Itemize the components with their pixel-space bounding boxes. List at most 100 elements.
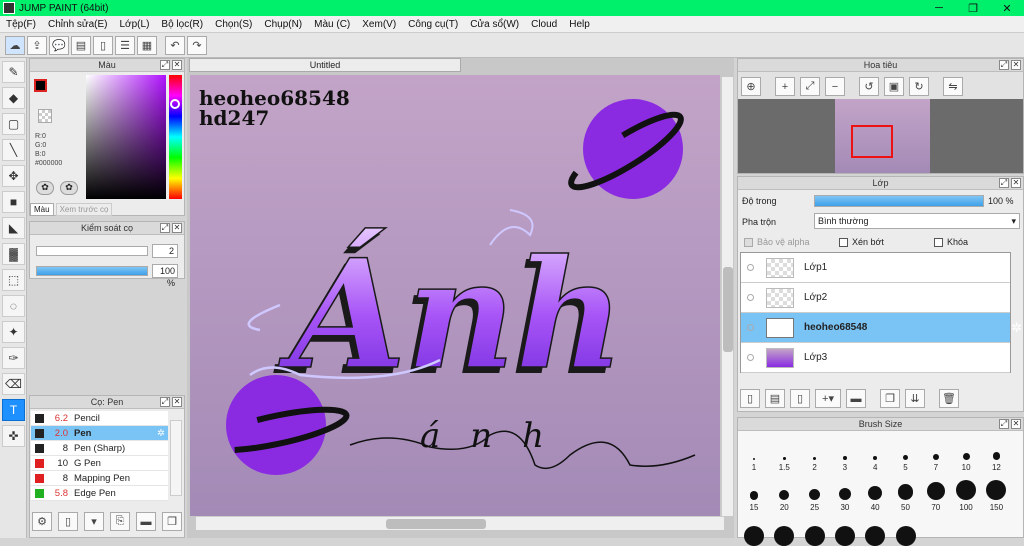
menu-help[interactable]: Help — [563, 19, 596, 30]
menu-edit[interactable]: Chỉnh sửa(E) — [42, 19, 114, 30]
visibility-icon[interactable] — [747, 324, 754, 331]
select-eraser-tool-icon[interactable]: ⌫ — [2, 373, 25, 395]
rotate-right-icon[interactable]: ↻ — [909, 77, 929, 96]
tab-color[interactable]: Màu — [30, 203, 54, 216]
undo-icon[interactable]: ↶ — [165, 35, 185, 55]
float-icon[interactable]: ⤢ — [160, 397, 170, 407]
menu-tools[interactable]: Công cụ(T) — [402, 19, 464, 30]
duplicate-brush-icon[interactable]: ❐ — [162, 512, 182, 531]
brush-size-dot[interactable] — [834, 526, 855, 546]
navigator-view[interactable] — [738, 99, 1023, 173]
menu-file[interactable]: Tệp(F) — [0, 19, 42, 30]
redo-icon[interactable]: ↷ — [187, 35, 207, 55]
comment-icon[interactable]: 💬 — [49, 35, 69, 55]
menu-cloud[interactable]: Cloud — [525, 19, 563, 30]
line-tool-icon[interactable]: ╲ — [2, 139, 25, 161]
document-tab[interactable]: Untitled — [189, 58, 461, 72]
brush-item-pencil[interactable]: 6.2 Pencil — [31, 411, 168, 426]
brush-size-option[interactable]: 15 — [739, 478, 769, 512]
duplicate-layer-icon[interactable]: ❐ — [880, 389, 900, 408]
scroll-thumb[interactable] — [386, 519, 486, 529]
maximize-button[interactable]: ❐ — [956, 2, 990, 15]
canvas[interactable]: heoheo68548 hd247 Ánh Ánh ánh — [190, 75, 720, 516]
brush-size-option[interactable]: 50 — [891, 478, 921, 512]
close-panel-icon[interactable]: ✕ — [1011, 60, 1021, 70]
brush-size-option[interactable]: 150 — [981, 478, 1011, 512]
brush-size-option[interactable]: 7 — [921, 438, 951, 472]
rotate-left-icon[interactable]: ↺ — [859, 77, 879, 96]
new-brush-icon[interactable]: ▯ — [58, 512, 78, 531]
magic-wand-tool-icon[interactable]: ✦ — [2, 321, 25, 343]
menu-view[interactable]: Xem(V) — [356, 19, 402, 30]
brush-item-mapping-pen[interactable]: 8 Mapping Pen — [31, 471, 168, 486]
text-tool-icon[interactable]: T — [2, 399, 25, 421]
float-icon[interactable]: ⤢ — [999, 60, 1009, 70]
brush-size-dot[interactable] — [804, 526, 825, 546]
layer-opacity-slider[interactable] — [814, 195, 984, 207]
brush-item-pen-sharp[interactable]: 8 Pen (Sharp) — [31, 441, 168, 456]
scroll-thumb[interactable] — [723, 267, 733, 352]
fill-rect-tool-icon[interactable]: ■ — [2, 191, 25, 213]
menu-select[interactable]: Chọn(S) — [209, 19, 258, 30]
rotate-reset-icon[interactable]: ▣ — [884, 77, 904, 96]
delete-layer-icon[interactable]: 🗑 — [939, 389, 959, 408]
bucket-tool-icon[interactable]: ◣ — [2, 217, 25, 239]
cloud-icon[interactable]: ☁ — [5, 35, 25, 55]
share-icon[interactable]: ⇪ — [27, 35, 47, 55]
brush-item-g-pen[interactable]: 10 G Pen — [31, 456, 168, 471]
brush-size-option[interactable]: 10 — [951, 438, 981, 472]
layer-menu-icon[interactable]: +▾ — [815, 389, 841, 408]
list-icon[interactable]: ☰ — [115, 35, 135, 55]
lock-checkbox[interactable] — [934, 237, 943, 247]
layer-item[interactable]: Lớp3 — [741, 343, 1010, 373]
brush-list-scrollbar[interactable] — [170, 420, 182, 496]
blend-mode-select[interactable]: Bình thường ▾ — [814, 213, 1020, 229]
brush-size-option[interactable]: 70 — [921, 478, 951, 512]
move-tool-icon[interactable]: ✥ — [2, 165, 25, 187]
menu-window[interactable]: Cửa sổ(W) — [464, 19, 525, 30]
brush-menu-icon[interactable]: ▾ — [84, 512, 104, 531]
select-pen-tool-icon[interactable]: ✑ — [2, 347, 25, 369]
hue-handle[interactable] — [170, 99, 180, 109]
settings-gear-icon[interactable]: ✲ — [157, 428, 165, 439]
note-icon[interactable]: ▤ — [71, 35, 91, 55]
brush-folder-icon[interactable]: ▬ — [136, 512, 156, 531]
foreground-color-swatch[interactable] — [34, 79, 47, 92]
protect-alpha-checkbox[interactable] — [744, 237, 753, 247]
copy-brush-icon[interactable]: ⎘ — [110, 512, 130, 531]
float-icon[interactable]: ⤢ — [160, 60, 170, 70]
layer-item[interactable]: Lớp2 — [741, 283, 1010, 313]
eyedropper-tool-icon[interactable]: ✜ — [2, 425, 25, 447]
lasso-tool-icon[interactable]: ◌ — [2, 295, 25, 317]
brush-size-dot[interactable] — [895, 526, 916, 546]
grid-icon[interactable]: ▦ — [137, 35, 157, 55]
visibility-icon[interactable] — [747, 294, 754, 301]
canvas-horizontal-scrollbar[interactable] — [196, 516, 724, 530]
gradient-tool-icon[interactable]: ▓ — [2, 243, 25, 265]
layer-folder-icon[interactable]: ▬ — [846, 389, 866, 408]
close-panel-icon[interactable]: ✕ — [172, 223, 182, 233]
new-layer-icon[interactable]: ▯ — [740, 389, 760, 408]
brush-size-option[interactable]: 2 — [800, 438, 830, 472]
brush-item-pen[interactable]: 2.0 Pen ✲ — [31, 426, 168, 441]
brush-settings-icon[interactable]: ⚙ — [32, 512, 52, 531]
visibility-icon[interactable] — [747, 354, 754, 361]
brush-size-option[interactable]: 30 — [830, 478, 860, 512]
rectangle-tool-icon[interactable]: ▢ — [2, 113, 25, 135]
menu-filter[interactable]: Bộ lọc(R) — [155, 19, 209, 30]
brush-item-edge-pen[interactable]: 5.8 Edge Pen — [31, 486, 168, 501]
menu-capture[interactable]: Chụp(N) — [258, 19, 308, 30]
visibility-icon[interactable] — [747, 264, 754, 271]
merge-layer-icon[interactable]: ⇊ — [905, 389, 925, 408]
float-icon[interactable]: ⤢ — [999, 178, 1009, 188]
brush-size-dot[interactable] — [865, 526, 886, 546]
brush-size-option[interactable]: 25 — [800, 478, 830, 512]
menu-color[interactable]: Màu (C) — [308, 19, 356, 30]
brush-size-option[interactable]: 100 — [951, 478, 981, 512]
brush-opacity-input[interactable]: 100 % — [152, 264, 178, 288]
close-panel-icon[interactable]: ✕ — [1011, 419, 1021, 429]
zoom-out-icon[interactable]: − — [825, 77, 845, 96]
brush-size-option[interactable]: 40 — [860, 478, 890, 512]
hue-slider[interactable] — [169, 75, 182, 199]
clip-checkbox[interactable] — [839, 237, 848, 247]
